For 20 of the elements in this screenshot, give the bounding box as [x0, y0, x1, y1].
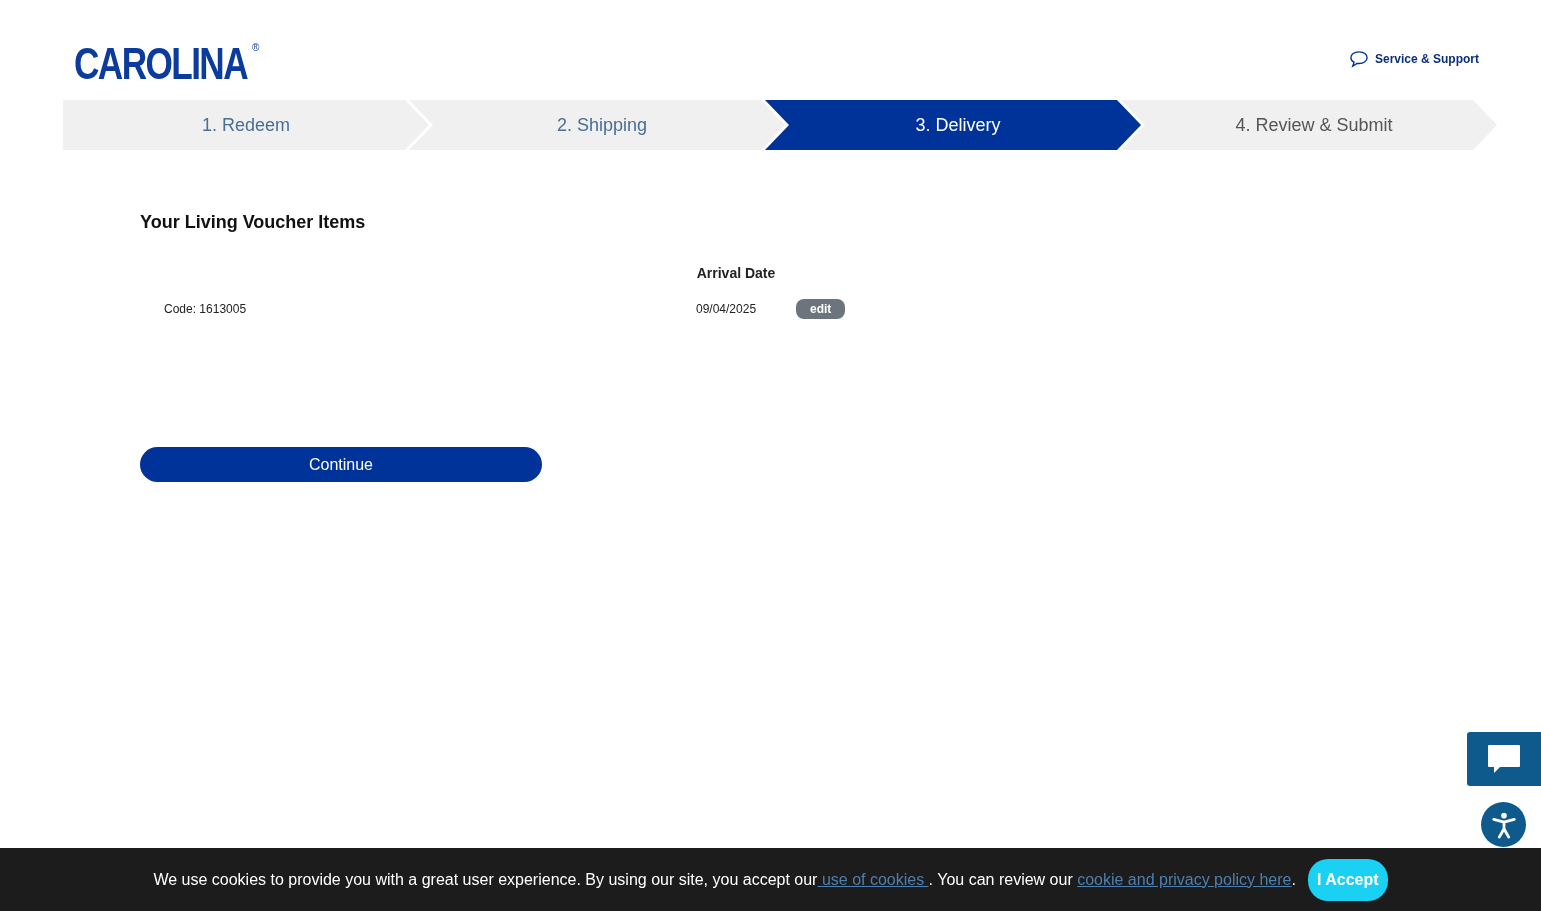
- section-title: Your Living Voucher Items: [140, 212, 367, 233]
- column-header: Arrival Date: [696, 265, 776, 281]
- progress-step[interactable]: 3. Delivery: [765, 100, 1141, 150]
- progress-step[interactable]: 4. Review & Submit: [1121, 100, 1497, 150]
- cookies-link[interactable]: use of cookies: [817, 870, 929, 888]
- continue-button[interactable]: Continue: [140, 447, 542, 482]
- privacy-policy-link[interactable]: cookie and privacy policy here: [1077, 870, 1292, 888]
- progress-step[interactable]: 2. Shipping: [409, 100, 785, 150]
- edit-button[interactable]: edit: [796, 299, 846, 319]
- support-link[interactable]: Service & Support: [1348, 50, 1479, 68]
- accessibility-button[interactable]: [1481, 802, 1526, 847]
- speech-bubble-icon: [1348, 50, 1369, 68]
- chat-icon: [1486, 743, 1522, 775]
- arrival-date: 09/04/2025: [696, 302, 758, 316]
- progress-step[interactable]: 1. Redeem: [63, 100, 429, 150]
- item-code: Code: 1613005: [163, 302, 248, 316]
- accessibility-icon: [1489, 810, 1518, 839]
- logo[interactable]: CAROLINA$^{®}$: [74, 42, 260, 86]
- chat-button[interactable]: [1467, 732, 1541, 786]
- cookie-notice: We use cookies to provide you with a great user experience. By using our site, you accept our use of cookies . You can review our cookie and privacy policy here.: [153, 870, 1296, 889]
